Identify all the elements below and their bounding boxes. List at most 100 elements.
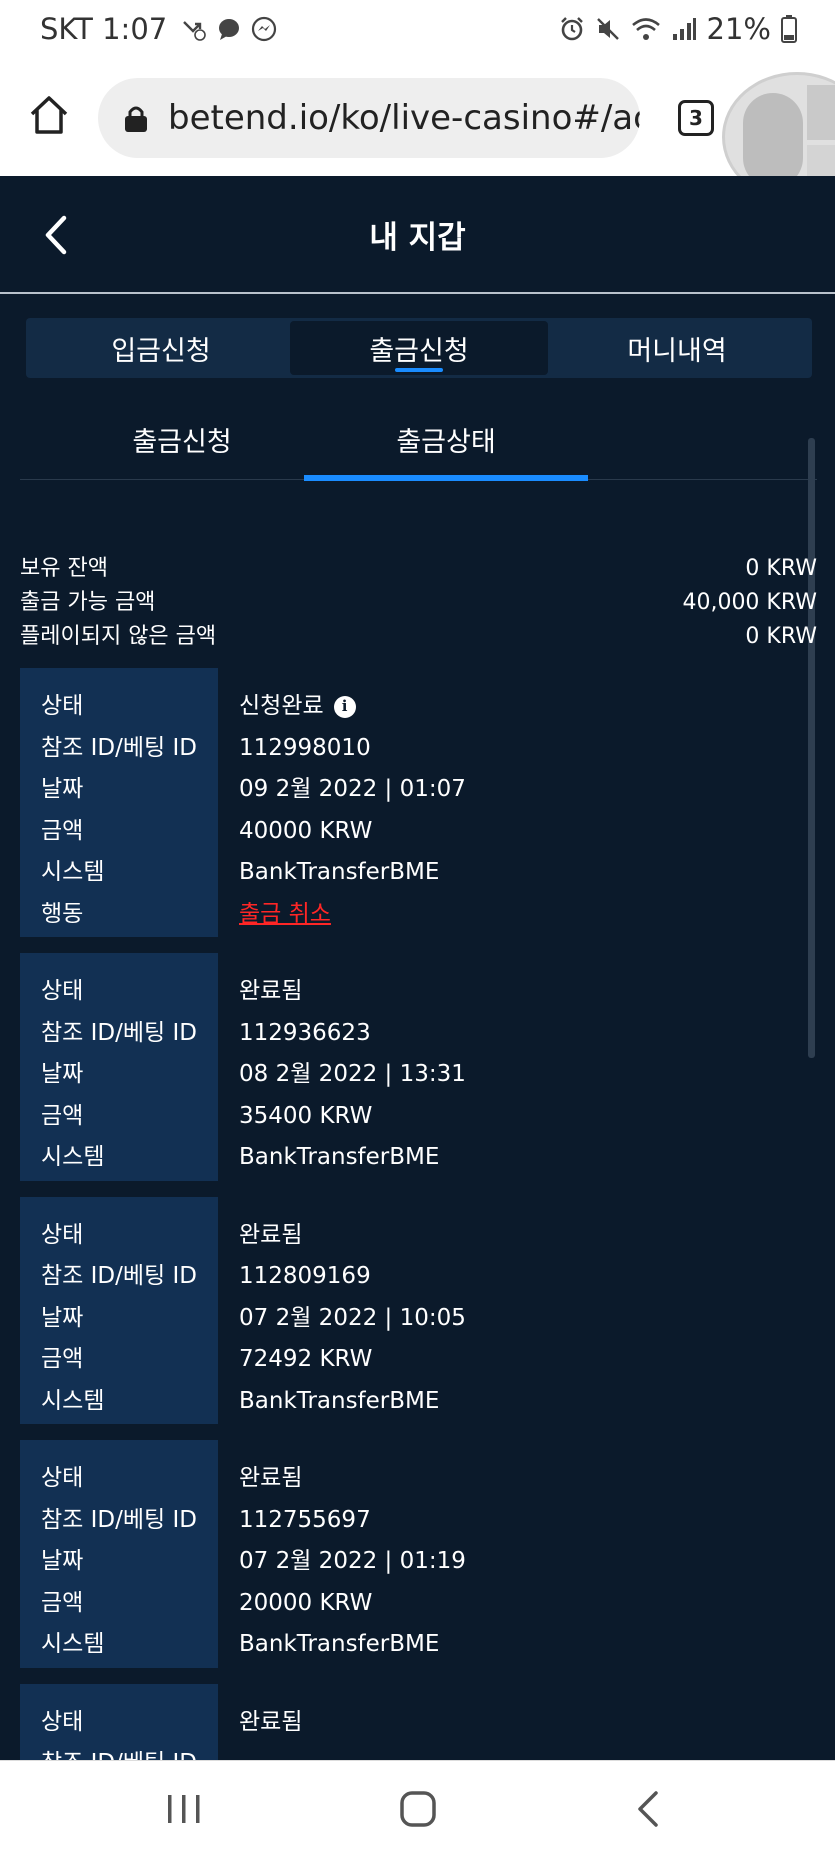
withdrawal-records: 상태 참조 ID/베팅 ID 날짜 금액 시스템 행동 신청완료 i 11299…: [20, 668, 817, 1760]
back-nav-icon[interactable]: [628, 1787, 672, 1831]
withdrawal-record: 상태 참조 ID/베팅 ID 날짜 금액 시스템 완료됨 112936623 0…: [20, 953, 817, 1181]
status-bar: SKT 1:07 21%: [0, 0, 835, 62]
amount-value: 35400 KRW: [239, 1102, 373, 1129]
field-label: 참조 ID/베팅 ID: [41, 1506, 197, 1533]
status-value: 완료됨: [239, 978, 303, 1004]
withdrawal-record: 상태 참조 ID/베팅 ID 날짜 금액 시스템 행동 신청완료 i 11299…: [20, 668, 817, 937]
field-label: 금액: [41, 817, 84, 844]
url-text: betend.io/ko/live-casino#/ac: [168, 98, 640, 138]
status-right: 21%: [559, 12, 797, 46]
action-cell: 출금 취소: [239, 894, 817, 936]
withdrawal-record: 상태 참조 ID/베팅 ID 날짜 금액 시스템 완료됨 112755697 0…: [20, 1440, 817, 1668]
record-values: 완료됨: [218, 1684, 817, 1761]
field-label: 날짜: [41, 1548, 84, 1574]
lock-icon: [125, 106, 147, 132]
field-label: 금액: [41, 1589, 84, 1616]
field-label: 참조 ID/베팅 ID: [41, 1263, 197, 1289]
battery-level: 21%: [706, 12, 771, 46]
tab-deposit[interactable]: 입금신청: [32, 321, 290, 375]
record-labels: 상태 참조 ID/베팅 ID 날짜 금액 시스템: [20, 1196, 218, 1424]
info-icon[interactable]: i: [333, 695, 356, 718]
status-value: 완료됨: [239, 1221, 303, 1248]
ref-id-value: 112998010: [239, 734, 371, 761]
system-value: BankTransferBME: [239, 1631, 440, 1657]
system-value: BankTransferBME: [239, 859, 440, 885]
field-label: 날짜: [41, 776, 84, 802]
wifi-icon: [631, 18, 660, 40]
tab-switcher-button[interactable]: 3: [678, 100, 714, 136]
field-label: 행동: [41, 900, 84, 927]
record-labels: 상태 참조 ID/베팅 ID 날짜 금액 시스템: [20, 953, 218, 1181]
withdraw-subtabs: 출금신청 출금상태: [20, 398, 817, 481]
status-left: SKT 1:07: [40, 12, 277, 46]
field-label: 상태: [41, 978, 84, 1004]
withdrawal-record: 상태 참조 ID/베팅 ID 날짜 금액 시스템 완료됨 112809169 0…: [20, 1196, 817, 1425]
amount-value: 40000 KRW: [239, 817, 373, 844]
date-value: 07 2월 2022 | 10:05: [239, 1304, 466, 1331]
field-label: 시스템: [41, 859, 105, 885]
page-header: 내 지갑: [0, 176, 835, 294]
ref-id-value: 112936623: [239, 1019, 371, 1046]
field-label: 시스템: [41, 1144, 105, 1170]
balance-label: 출금 가능 금액: [20, 590, 156, 615]
date-value: 08 2월 2022 | 13:31: [239, 1061, 466, 1087]
ref-id-value: [239, 1743, 817, 1760]
date-value: 09 2월 2022 | 01:07: [239, 776, 466, 802]
amount-value: 20000 KRW: [239, 1589, 373, 1616]
subtab-withdraw-status[interactable]: 출금상태: [304, 398, 588, 481]
field-label: 금액: [41, 1102, 84, 1129]
field-label: 상태: [41, 1221, 84, 1248]
chat-icon: [219, 19, 240, 40]
field-label: 참조 ID/베팅 ID: [41, 1019, 197, 1046]
tab-money-history[interactable]: 머니내역: [548, 321, 806, 375]
field-label: 시스템: [41, 1387, 105, 1414]
balance-label: 플레이되지 않은 금액: [20, 624, 217, 649]
field-label: 시스템: [41, 1631, 105, 1657]
balance-value: 0 KRW: [745, 624, 817, 649]
date-value: 07 2월 2022 | 01:19: [239, 1548, 466, 1574]
page-title: 내 지갑: [369, 220, 466, 256]
notification-icons: [181, 16, 277, 42]
balance-row: 보유 잔액 0 KRW: [20, 552, 817, 586]
record-values: 완료됨 112809169 07 2월 2022 | 10:05 72492 K…: [218, 1197, 817, 1425]
mute-icon: [596, 18, 619, 40]
field-label: 상태: [41, 1465, 84, 1491]
recent-apps-icon[interactable]: [162, 1787, 206, 1831]
subtab-withdraw-request[interactable]: 출금신청: [40, 398, 324, 480]
home-nav-icon[interactable]: [396, 1787, 440, 1831]
field-label: 날짜: [41, 1304, 84, 1331]
amount-value: 72492 KRW: [239, 1346, 373, 1372]
cancel-withdrawal-link[interactable]: 출금 취소: [239, 894, 331, 936]
carrier-time: SKT 1:07: [40, 12, 168, 46]
wallet-tabs: 입금신청 출금신청 머니내역: [26, 318, 812, 378]
status-cell: 신청완료 i: [239, 686, 817, 728]
system-value: BankTransferBME: [239, 1144, 440, 1170]
address-bar[interactable]: betend.io/ko/live-casino#/ac: [98, 78, 640, 158]
system-value: BankTransferBME: [239, 1387, 440, 1414]
field-label: 날짜: [41, 1061, 84, 1087]
status-value: 완료됨: [239, 1708, 303, 1735]
field-label: 금액: [41, 1346, 84, 1372]
balance-row: 출금 가능 금액 40,000 KRW: [20, 586, 817, 620]
balance-summary: 보유 잔액 0 KRW 출금 가능 금액 40,000 KRW 플레이되지 않은…: [20, 552, 817, 654]
withdrawal-record: 상태 참조 ID/베팅 ID 완료됨: [20, 1683, 817, 1761]
field-label: 상태: [41, 1708, 84, 1735]
tab-withdraw[interactable]: 출금신청: [290, 321, 548, 375]
record-values: 완료됨 112755697 07 2월 2022 | 01:19 20000 K…: [218, 1440, 817, 1668]
field-label: 참조 ID/베팅 ID: [41, 1743, 218, 1760]
signal-icon: [672, 18, 696, 40]
browser-toolbar: betend.io/ko/live-casino#/ac 3: [0, 62, 835, 202]
record-values: 완료됨 112936623 08 2월 2022 | 13:31 35400 K…: [218, 953, 817, 1181]
balance-row: 플레이되지 않은 금액 0 KRW: [20, 620, 817, 654]
balance-label: 보유 잔액: [20, 556, 108, 581]
field-label: 상태: [41, 693, 84, 719]
system-nav-bar: [0, 1760, 835, 1856]
record-labels: 상태 참조 ID/베팅 ID 날짜 금액 시스템: [20, 1440, 218, 1668]
missed-call-icon: [183, 21, 207, 41]
messenger-icon: [252, 16, 277, 42]
record-labels: 상태 참조 ID/베팅 ID 날짜 금액 시스템 행동: [20, 668, 218, 937]
field-label: 참조 ID/베팅 ID: [41, 734, 197, 761]
battery-icon: [781, 15, 797, 43]
home-icon[interactable]: [28, 94, 70, 136]
avatar-figure: [743, 93, 803, 188]
